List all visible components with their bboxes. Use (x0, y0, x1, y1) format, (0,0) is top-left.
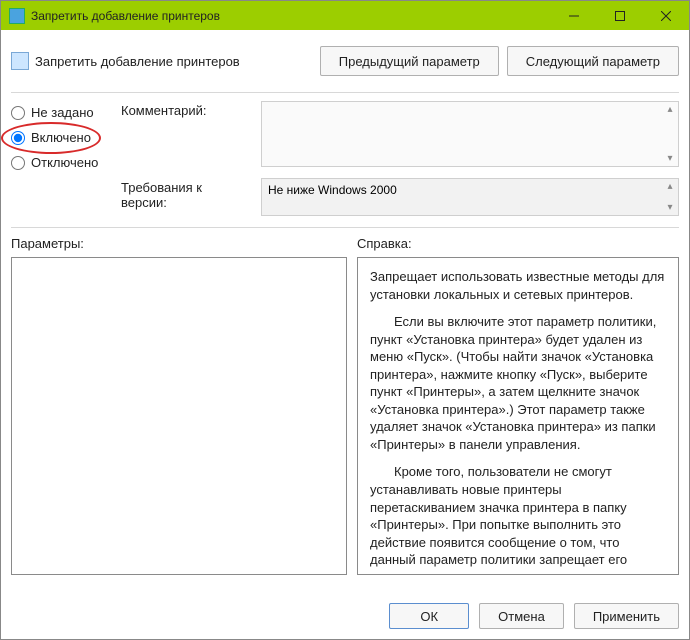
radio-disabled-input[interactable] (11, 156, 25, 170)
radio-not-configured[interactable]: Не задано (11, 105, 111, 120)
titlebar: Запретить добавление принтеров (0, 0, 690, 30)
radio-disabled[interactable]: Отключено (11, 155, 111, 170)
cancel-button[interactable]: Отмена (479, 603, 564, 629)
scroll-up-icon[interactable]: ▴ (664, 181, 676, 193)
help-panel[interactable]: Запрещает использовать известные методы … (357, 257, 679, 575)
ok-button[interactable]: ОК (389, 603, 469, 629)
client-area: Запретить добавление принтеров Предыдущи… (0, 30, 690, 640)
scroll-down-icon[interactable]: ▾ (664, 202, 676, 214)
radio-not-configured-label: Не задано (31, 105, 94, 120)
close-button[interactable] (643, 1, 689, 30)
options-panel (11, 257, 347, 575)
policy-setting-icon (11, 52, 29, 70)
help-paragraph: Кроме того, пользователи не смогут устан… (370, 463, 666, 575)
previous-setting-button[interactable]: Предыдущий параметр (320, 46, 499, 76)
requirements-label: Требования к версии: (121, 178, 249, 219)
radio-not-configured-input[interactable] (11, 106, 25, 120)
window-title: Запретить добавление принтеров (31, 9, 551, 23)
radio-enabled[interactable]: Включено (11, 130, 111, 145)
scroll-up-icon[interactable]: ▴ (664, 104, 676, 116)
minimize-button[interactable] (551, 1, 597, 30)
scroll-down-icon[interactable]: ▾ (664, 153, 676, 165)
requirements-text (261, 178, 679, 216)
policy-name: Запретить добавление принтеров (35, 54, 240, 69)
radio-enabled-label: Включено (31, 130, 91, 145)
options-section-label: Параметры: (11, 236, 347, 251)
next-setting-button[interactable]: Следующий параметр (507, 46, 679, 76)
divider (11, 92, 679, 93)
comment-textarea[interactable] (261, 101, 679, 167)
help-paragraph: Если вы включите этот параметр политики,… (370, 313, 666, 453)
help-section-label: Справка: (357, 236, 679, 251)
radio-enabled-input[interactable] (11, 131, 25, 145)
policy-icon (9, 8, 25, 24)
apply-button[interactable]: Применить (574, 603, 679, 629)
comment-label: Комментарий: (121, 101, 249, 170)
help-paragraph: Запрещает использовать известные методы … (370, 268, 666, 303)
radio-disabled-label: Отключено (31, 155, 98, 170)
divider (11, 227, 679, 228)
maximize-button[interactable] (597, 1, 643, 30)
